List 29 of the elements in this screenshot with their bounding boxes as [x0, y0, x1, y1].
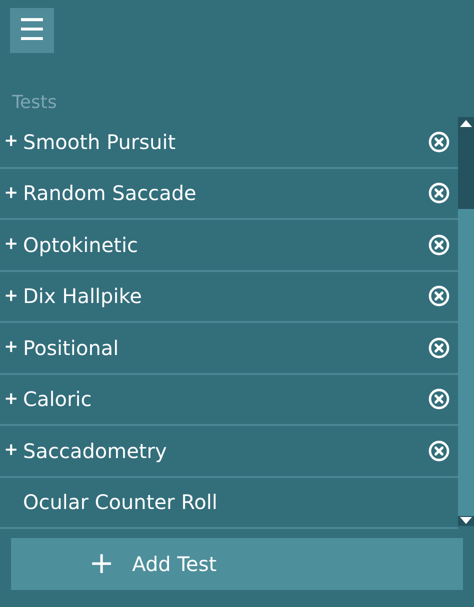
- add-test-button[interactable]: + Add Test: [11, 538, 463, 590]
- test-name[interactable]: Ocular Counter Roll: [23, 487, 450, 518]
- expand-toggle[interactable]: +: [4, 386, 23, 412]
- test-name[interactable]: Saccadometry: [23, 436, 428, 466]
- test-name[interactable]: Dix Hallpike: [23, 281, 428, 312]
- scroll-down-icon[interactable]: [460, 517, 472, 525]
- scrollbar[interactable]: [458, 117, 474, 526]
- expand-toggle[interactable]: +: [4, 232, 23, 258]
- remove-icon[interactable]: [428, 440, 450, 462]
- scroll-thumb[interactable]: [458, 129, 474, 209]
- remove-icon[interactable]: [428, 285, 450, 308]
- remove-icon[interactable]: [428, 336, 450, 359]
- expand-toggle[interactable]: +: [4, 129, 23, 154]
- remove-icon[interactable]: [428, 130, 450, 153]
- expand-toggle[interactable]: +: [4, 335, 23, 360]
- test-name[interactable]: Positional: [23, 332, 428, 363]
- expand-toggle[interactable]: +: [4, 180, 23, 206]
- expand-toggle[interactable]: +: [4, 284, 23, 309]
- scroll-up-icon[interactable]: [460, 119, 472, 127]
- remove-icon[interactable]: [428, 234, 450, 256]
- remove-icon[interactable]: [428, 388, 450, 410]
- menu-button[interactable]: ☰: [10, 8, 54, 53]
- expand-toggle[interactable]: +: [4, 438, 23, 464]
- test-name[interactable]: Caloric: [23, 384, 428, 414]
- section-label: Tests: [12, 91, 58, 115]
- remove-icon[interactable]: [428, 182, 450, 204]
- test-name[interactable]: Optokinetic: [23, 230, 428, 260]
- test-name[interactable]: Random Saccade: [23, 178, 428, 208]
- test-name[interactable]: Smooth Pursuit: [23, 126, 428, 157]
